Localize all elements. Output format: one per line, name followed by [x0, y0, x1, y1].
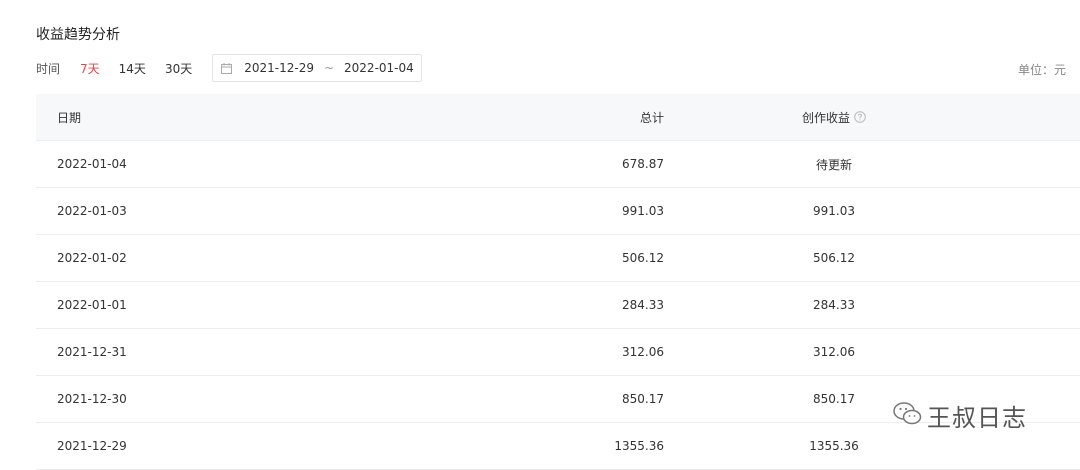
date-range-separator: ~ — [323, 61, 335, 75]
cell-total: 312.06 — [622, 345, 664, 359]
period-30-days[interactable]: 30天 — [165, 60, 192, 77]
period-14-days[interactable]: 14天 — [119, 60, 146, 77]
cell-total: 678.87 — [622, 157, 664, 171]
cell-total: 1355.36 — [614, 439, 664, 453]
calendar-icon — [221, 62, 233, 74]
watermark: 王叔日志 — [893, 398, 1027, 433]
cell-creative: 待更新 — [815, 157, 852, 172]
help-icon[interactable] — [854, 111, 866, 123]
cell-creative: 506.12 — [813, 251, 855, 265]
cell-date: 2021-12-30 — [57, 392, 127, 406]
cell-date: 2021-12-29 — [57, 439, 127, 453]
period-7-days[interactable]: 7天 — [80, 60, 100, 77]
column-header-date: 日期 — [57, 110, 82, 125]
cell-creative: 1355.36 — [809, 439, 859, 453]
column-header-creative: 创作收益 — [664, 109, 1004, 126]
table-row: 2022-01-02 506.12 506.12 — [36, 235, 1080, 282]
page-title: 收益趋势分析 — [36, 27, 120, 43]
cell-total: 284.33 — [622, 298, 664, 312]
column-header-creative-label: 创作收益 — [801, 110, 850, 125]
cell-date: 2022-01-02 — [57, 251, 127, 265]
table-row: 2022-01-01 284.33 284.33 — [36, 282, 1080, 329]
wechat-icon — [893, 401, 923, 431]
table-row: 2022-01-04 678.87 待更新 — [36, 141, 1080, 188]
cell-creative: 991.03 — [813, 204, 855, 218]
table-row: 2021-12-31 312.06 312.06 — [36, 329, 1080, 376]
cell-total: 850.17 — [622, 392, 664, 406]
table-row: 2022-01-03 991.03 991.03 — [36, 188, 1080, 235]
cell-total: 506.12 — [622, 251, 664, 265]
cell-creative: 312.06 — [813, 345, 855, 359]
cell-date: 2021-12-31 — [57, 345, 127, 359]
time-filter: 时间 7天 14天 30天 2021-12-29 ~ 2022-01-04 — [36, 54, 423, 82]
date-range-end[interactable]: 2022-01-04 — [344, 61, 414, 75]
cell-creative: 284.33 — [813, 298, 855, 312]
date-range-start[interactable]: 2021-12-29 — [244, 61, 314, 75]
cell-date: 2022-01-03 — [57, 204, 127, 218]
time-label: 时间 — [36, 61, 61, 76]
unit-label: 单位：元 — [1017, 63, 1066, 77]
date-range-picker[interactable]: 2021-12-29 ~ 2022-01-04 — [212, 54, 423, 82]
cell-date: 2022-01-01 — [57, 298, 127, 312]
table-header: 日期 总计 创作收益 — [36, 94, 1080, 141]
cell-total: 991.03 — [622, 204, 664, 218]
cell-date: 2022-01-04 — [57, 157, 127, 171]
column-header-total: 总计 — [639, 110, 664, 125]
watermark-text: 王叔日志 — [927, 404, 1027, 432]
